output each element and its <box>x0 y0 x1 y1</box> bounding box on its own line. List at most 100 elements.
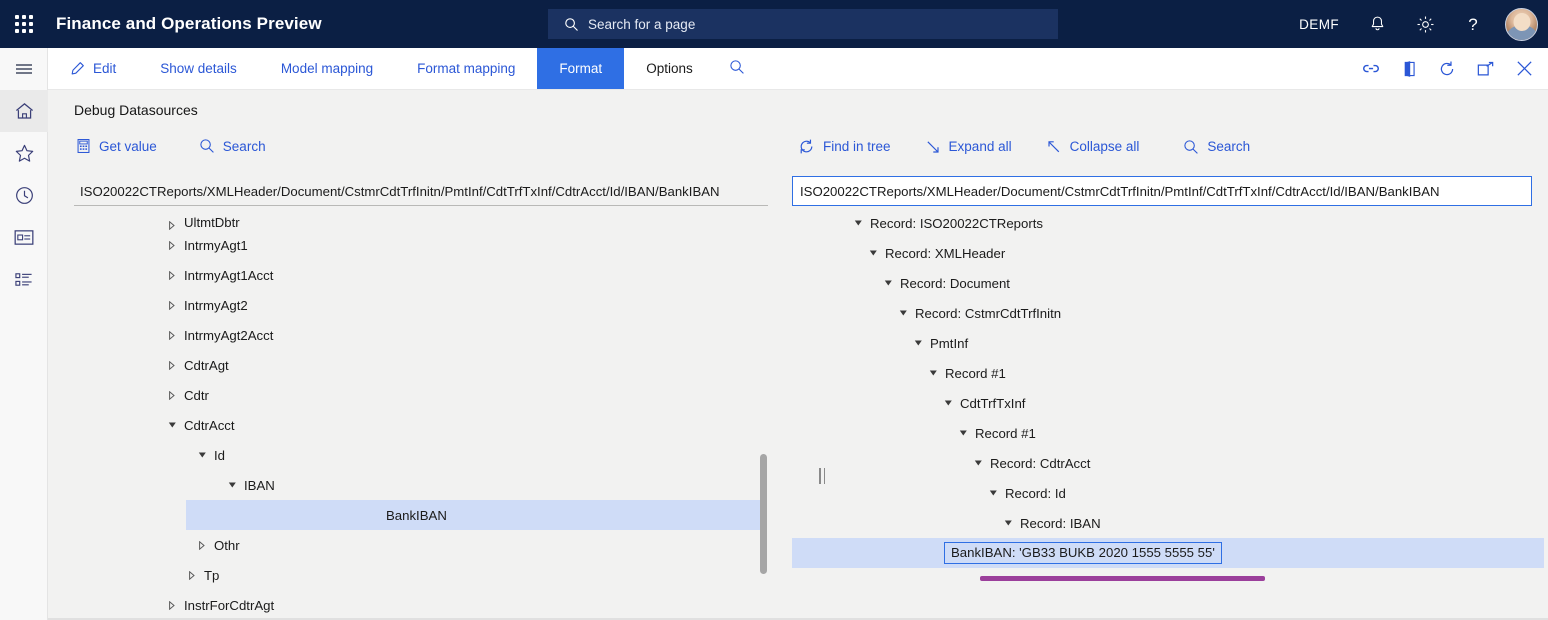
chevron-right-icon[interactable] <box>194 541 210 550</box>
open-in-new-window-icon[interactable] <box>1476 61 1495 77</box>
get-value-button[interactable]: Get value <box>66 134 167 158</box>
refresh-icon[interactable] <box>1438 60 1456 78</box>
tab-show-details[interactable]: Show details <box>138 48 259 89</box>
chevron-down-icon[interactable] <box>164 421 180 429</box>
chevron-down-icon[interactable] <box>925 369 941 377</box>
chevron-right-icon[interactable] <box>164 361 180 370</box>
bell-icon[interactable] <box>1353 0 1401 48</box>
tree-node-label: Tp <box>200 568 219 583</box>
tree-node-label: IntrmyAgt1Acct <box>180 268 273 283</box>
tree-node-selected[interactable]: BankIBAN: 'GB33 BUKB 2020 1555 5555 55' <box>792 538 1544 568</box>
chevron-down-icon[interactable] <box>895 309 911 317</box>
tree-node-label: IntrmyAgt1 <box>180 238 248 253</box>
chevron-right-icon[interactable] <box>164 221 180 230</box>
chevron-down-icon[interactable] <box>910 339 926 347</box>
tree-node-label: UltmtDbtr <box>180 215 240 230</box>
tab-show-details-label: Show details <box>160 61 237 76</box>
app-launcher-icon[interactable] <box>0 0 48 48</box>
chevron-down-icon[interactable] <box>880 279 896 287</box>
tree-node[interactable]: CdtrAgt <box>74 350 764 380</box>
right-search-button[interactable]: Search <box>1173 135 1260 159</box>
company-selector[interactable]: DEMF <box>1285 0 1353 48</box>
tree-node-label: Record #1 <box>971 426 1036 441</box>
clock-icon[interactable] <box>0 174 48 216</box>
tree-node[interactable]: IntrmyAgt2Acct <box>74 320 764 350</box>
modules-list-icon[interactable] <box>0 258 48 300</box>
gear-icon[interactable] <box>1401 0 1449 48</box>
chevron-down-icon[interactable] <box>194 451 210 459</box>
tree-node[interactable]: IBAN <box>74 470 764 500</box>
link-pair-icon[interactable] <box>1362 62 1382 76</box>
hamburger-menu-icon[interactable] <box>0 48 48 90</box>
tree-node[interactable]: Id <box>74 440 764 470</box>
tree-node[interactable]: PmtInf <box>792 328 1548 358</box>
chevron-down-icon[interactable] <box>224 481 240 489</box>
left-navigation-rail <box>0 48 48 620</box>
left-tree-scrollbar[interactable] <box>760 454 767 574</box>
collapse-all-button[interactable]: Collapse all <box>1036 135 1150 159</box>
value-underline-marker <box>980 576 1265 581</box>
tree-node[interactable]: IntrmyAgt2 <box>74 290 764 320</box>
tree-node[interactable]: Record: XMLHeader <box>792 238 1548 268</box>
star-icon[interactable] <box>0 132 48 174</box>
chevron-down-icon[interactable] <box>940 399 956 407</box>
tree-node[interactable]: Cdtr <box>74 380 764 410</box>
tree-node[interactable]: IntrmyAgt1 <box>74 230 764 260</box>
global-search-input[interactable]: Search for a page <box>548 9 1058 39</box>
tab-model-mapping[interactable]: Model mapping <box>259 48 395 89</box>
chevron-down-icon[interactable] <box>985 489 1001 497</box>
tree-node-label: Record: Document <box>896 276 1010 291</box>
tree-node[interactable]: IntrmyAgt1Acct <box>74 260 764 290</box>
tree-node[interactable]: Record: CstmrCdtTrfInitn <box>792 298 1548 328</box>
tab-search-icon-button[interactable] <box>715 48 759 89</box>
workspace-icon[interactable] <box>0 216 48 258</box>
chevron-right-icon[interactable] <box>164 241 180 250</box>
right-path-input[interactable]: ISO20022CTReports/XMLHeader/Document/Cst… <box>792 176 1532 206</box>
tree-node[interactable]: UltmtDbtr <box>74 208 764 230</box>
home-icon[interactable] <box>0 90 48 132</box>
tree-node[interactable]: InstrForCdtrAgt <box>74 590 764 620</box>
tab-format-mapping[interactable]: Format mapping <box>395 48 537 89</box>
search-icon <box>564 17 579 32</box>
chevron-down-icon[interactable] <box>955 429 971 437</box>
user-avatar[interactable] <box>1505 8 1538 41</box>
tree-node[interactable]: Record #1 <box>792 358 1548 388</box>
chevron-right-icon[interactable] <box>164 331 180 340</box>
close-icon[interactable] <box>1515 59 1534 78</box>
chevron-right-icon[interactable] <box>164 391 180 400</box>
find-in-tree-button[interactable]: Find in tree <box>788 134 901 159</box>
tree-node[interactable]: Othr <box>74 530 764 560</box>
chevron-right-icon[interactable] <box>164 271 180 280</box>
tree-node[interactable]: Record: CdtrAcct <box>792 448 1548 478</box>
chevron-right-icon[interactable] <box>164 601 180 610</box>
question-mark-icon[interactable]: ? <box>1449 0 1497 48</box>
tab-options[interactable]: Options <box>624 48 715 89</box>
tree-node[interactable]: Record: Document <box>792 268 1548 298</box>
chevron-down-icon[interactable] <box>1000 519 1016 527</box>
expand-all-button[interactable]: Expand all <box>915 135 1022 159</box>
search-icon <box>1183 139 1199 155</box>
left-path-input[interactable]: ISO20022CTReports/XMLHeader/Document/Cst… <box>74 178 768 206</box>
tab-options-label: Options <box>646 61 693 76</box>
chevron-right-icon[interactable] <box>184 571 200 580</box>
tree-node-label: Record: ISO20022CTReports <box>866 216 1043 231</box>
tree-node-selected[interactable]: BankIBAN <box>186 500 764 530</box>
tree-node[interactable]: CdtrAcct <box>74 410 764 440</box>
arrow-up-left-icon <box>1046 139 1062 155</box>
tree-node[interactable]: Tp <box>74 560 764 590</box>
tree-node[interactable]: Record: IBAN <box>792 508 1548 538</box>
search-icon <box>199 138 215 154</box>
tab-format[interactable]: Format <box>537 48 624 89</box>
tree-node[interactable]: Record #1 <box>792 418 1548 448</box>
chevron-down-icon[interactable] <box>850 219 866 227</box>
chevron-right-icon[interactable] <box>164 301 180 310</box>
chevron-down-icon[interactable] <box>865 249 881 257</box>
tree-node[interactable]: Record: ISO20022CTReports <box>792 208 1548 238</box>
office-document-icon[interactable] <box>1402 60 1418 78</box>
left-search-button[interactable]: Search <box>189 134 276 158</box>
chevron-down-icon[interactable] <box>970 459 986 467</box>
tree-node[interactable]: Record: Id <box>792 478 1548 508</box>
tree-node[interactable]: CdtTrfTxInf <box>792 388 1548 418</box>
arrow-down-right-icon <box>925 139 941 155</box>
tab-edit[interactable]: Edit <box>48 48 138 89</box>
